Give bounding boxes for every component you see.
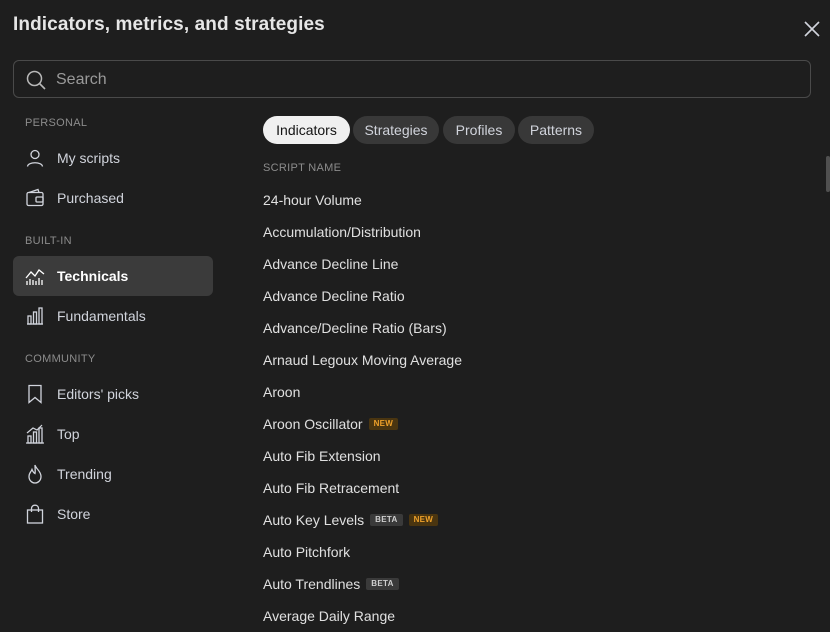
list-item[interactable]: Aroon — [263, 376, 803, 408]
list-item[interactable]: Arnaud Legoux Moving Average — [263, 344, 803, 376]
close-button[interactable] — [799, 16, 825, 42]
list-item[interactable]: Auto Fib Retracement — [263, 472, 803, 504]
script-name: Advance Decline Line — [263, 256, 399, 272]
sidebar-item-label: Top — [57, 426, 80, 442]
list-item[interactable]: Auto Fib Extension — [263, 440, 803, 472]
technicals-chart-icon — [25, 269, 45, 285]
shopping-bag-icon — [26, 504, 44, 524]
sidebar-item-purchased[interactable]: Purchased — [13, 178, 213, 218]
tab-patterns[interactable]: Patterns — [518, 116, 594, 144]
dialog-header: Indicators, metrics, and strategies — [13, 14, 830, 40]
sidebar-item-label: My scripts — [57, 150, 120, 166]
list-item[interactable]: Average Daily Range — [263, 600, 803, 632]
section-label-personal: PERSONAL — [25, 117, 88, 129]
bookmark-icon — [28, 384, 42, 404]
script-name: Auto Fib Extension — [263, 448, 381, 464]
script-name: Auto Trendlines — [263, 576, 361, 592]
search-input[interactable] — [54, 61, 798, 99]
sidebar-item-my-scripts[interactable]: My scripts — [13, 138, 213, 178]
list-item[interactable]: Auto Trendlines BETA — [263, 568, 803, 600]
script-name: Advance Decline Ratio — [263, 288, 405, 304]
sidebar-item-trending[interactable]: Trending — [13, 454, 213, 494]
list-item[interactable]: Auto Pitchfork — [263, 536, 803, 568]
tab-strategies[interactable]: Strategies — [353, 116, 439, 144]
script-name: Arnaud Legoux Moving Average — [263, 352, 462, 368]
tab-indicators[interactable]: Indicators — [263, 116, 350, 144]
sidebar-item-top[interactable]: Top — [13, 414, 213, 454]
script-name: 24-hour Volume — [263, 192, 362, 208]
script-name: Auto Fib Retracement — [263, 480, 400, 496]
list-item[interactable]: Advance Decline Ratio — [263, 280, 803, 312]
new-badge: NEW — [408, 514, 439, 526]
sidebar-item-label: Technicals — [57, 268, 129, 284]
list-item[interactable]: 24-hour Volume — [263, 184, 803, 216]
script-name: Advance/Decline Ratio (Bars) — [263, 320, 447, 336]
sidebar-item-fundamentals[interactable]: Fundamentals — [13, 296, 213, 336]
script-name: Aroon Oscillator — [263, 416, 363, 432]
sidebar-item-store[interactable]: Store — [13, 494, 213, 534]
list-item[interactable]: Aroon Oscillator NEW — [263, 408, 803, 440]
wallet-icon — [26, 188, 44, 207]
script-name: Auto Pitchfork — [263, 544, 351, 560]
sidebar-item-label: Fundamentals — [57, 308, 146, 324]
sidebar-item-label: Store — [57, 506, 91, 522]
sidebar-item-label: Editors' picks — [57, 386, 140, 402]
sidebar-item-technicals[interactable]: Technicals — [13, 256, 213, 296]
script-name: Accumulation/Distribution — [263, 224, 421, 240]
list-item[interactable]: Auto Key Levels BETA NEW — [263, 504, 803, 536]
tab-profiles[interactable]: Profiles — [443, 116, 515, 144]
user-icon — [26, 149, 44, 167]
section-label-community: COMMUNITY — [25, 353, 96, 365]
column-header-script-name: SCRIPT NAME — [263, 162, 342, 174]
dialog-title: Indicators, metrics, and strategies — [13, 14, 325, 35]
beta-badge: BETA — [366, 578, 399, 590]
script-name: Average Daily Range — [263, 608, 396, 624]
script-name: Aroon — [263, 384, 301, 400]
search-box[interactable] — [13, 60, 811, 99]
beta-badge: BETA — [370, 514, 403, 526]
bar-chart-icon — [27, 307, 43, 325]
list-item[interactable]: Advance/Decline Ratio (Bars) — [263, 312, 803, 344]
new-badge: NEW — [368, 418, 399, 430]
search-icon — [26, 70, 46, 90]
top-chart-icon — [26, 424, 44, 444]
close-icon — [804, 21, 820, 37]
list-item[interactable]: Advance Decline Line — [263, 248, 803, 280]
flame-icon — [28, 464, 42, 484]
scrollbar-thumb[interactable] — [826, 156, 830, 192]
sidebar-item-editors-picks[interactable]: Editors' picks — [13, 374, 213, 414]
section-label-builtin: BUILT-IN — [25, 235, 72, 247]
sidebar-item-label: Trending — [57, 466, 112, 482]
sidebar-item-label: Purchased — [57, 190, 124, 206]
script-name: Auto Key Levels — [263, 512, 365, 528]
list-item[interactable]: Accumulation/Distribution — [263, 216, 803, 248]
